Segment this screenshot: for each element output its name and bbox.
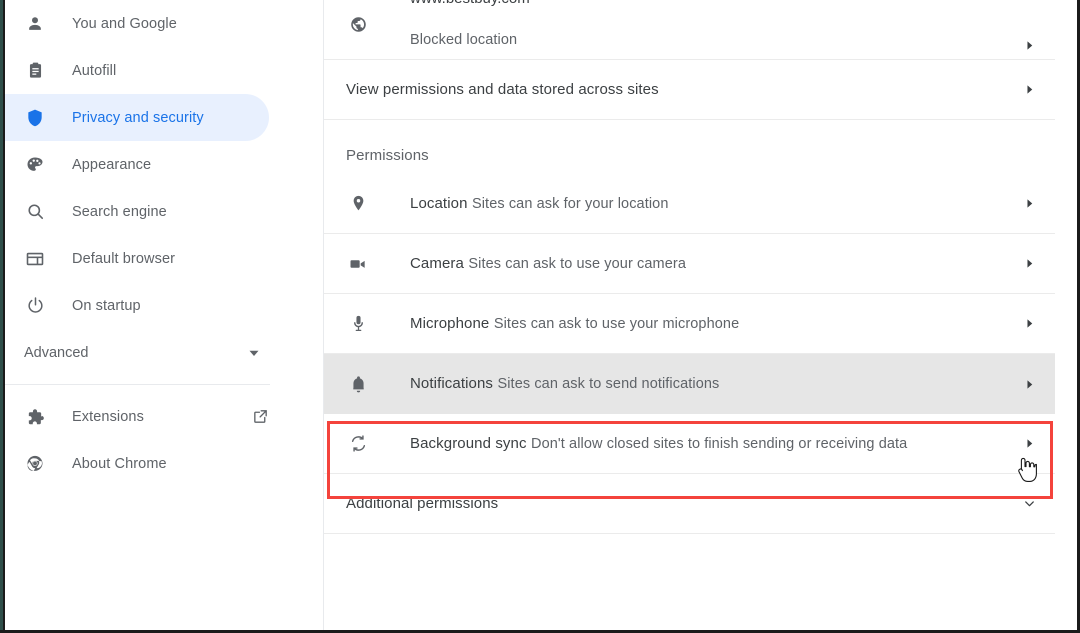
sidebar-item-appearance[interactable]: Appearance xyxy=(0,141,269,188)
sidebar-item-label: You and Google xyxy=(72,15,177,32)
chrome-logo-icon xyxy=(24,453,46,475)
shield-icon xyxy=(24,107,46,129)
video-camera-icon xyxy=(346,254,370,274)
permission-title: Microphone xyxy=(410,314,490,332)
sidebar-item-default-browser[interactable]: Default browser xyxy=(0,235,269,282)
settings-content: www.bestbuy.com Blocked location View pe… xyxy=(324,0,1080,633)
sidebar-item-label: On startup xyxy=(72,297,141,314)
view-permissions-label: View permissions and data stored across … xyxy=(346,81,659,98)
location-pin-icon xyxy=(346,194,370,213)
puzzle-piece-icon xyxy=(24,406,46,428)
site-entry-row[interactable]: www.bestbuy.com Blocked location xyxy=(324,0,1055,60)
permissions-section-heading: Permissions xyxy=(346,147,429,164)
permission-title: Camera xyxy=(410,254,464,272)
permission-title: Background sync xyxy=(410,434,527,452)
sidebar-item-label: About Chrome xyxy=(72,455,167,472)
open-in-new-icon[interactable] xyxy=(252,408,269,425)
permission-row-background-sync[interactable]: Background sync Don't allow closed sites… xyxy=(324,414,1055,474)
sidebar-item-extensions[interactable]: Extensions xyxy=(0,393,269,440)
permission-row-microphone[interactable]: Microphone Sites can ask to use your mic… xyxy=(324,294,1055,354)
sidebar-item-label: Autofill xyxy=(72,62,117,79)
permission-text: Camera Sites can ask to use your camera xyxy=(410,253,1009,275)
sidebar-item-label: Search engine xyxy=(72,203,167,220)
permission-row-notifications[interactable]: Notifications Sites can ask to send noti… xyxy=(324,354,1055,414)
sidebar-advanced-label: Advanced xyxy=(24,344,89,361)
browser-window-icon xyxy=(24,248,46,270)
sidebar-item-autofill[interactable]: Autofill xyxy=(0,47,269,94)
site-status-label: Blocked location xyxy=(410,32,518,48)
globe-icon xyxy=(346,15,370,34)
permission-text: Location Sites can ask for your location xyxy=(410,193,1009,215)
sidebar-item-label: Default browser xyxy=(72,250,176,267)
sidebar-item-label: Extensions xyxy=(72,408,144,425)
window-left-border xyxy=(3,0,5,633)
power-icon xyxy=(24,295,46,317)
search-icon xyxy=(24,201,46,223)
view-permissions-row[interactable]: View permissions and data stored across … xyxy=(324,60,1055,120)
microphone-icon xyxy=(346,314,370,333)
person-icon xyxy=(24,13,46,35)
permission-title: Location xyxy=(410,194,468,212)
permission-row-camera[interactable]: Camera Sites can ask to use your camera xyxy=(324,234,1055,294)
settings-sidebar: You and Google Autofill Privacy and secu… xyxy=(0,0,324,633)
permission-text: Background sync Don't allow closed sites… xyxy=(410,433,1009,455)
permission-subtitle: Sites can ask to send notifications xyxy=(497,376,720,392)
permission-text: Notifications Sites can ask to send noti… xyxy=(410,373,1009,395)
permission-subtitle: Sites can ask to use your camera xyxy=(468,255,686,272)
permission-subtitle: Sites can ask for your location xyxy=(471,195,669,212)
chevron-right-icon[interactable] xyxy=(1019,198,1039,209)
permission-text: Microphone Sites can ask to use your mic… xyxy=(410,313,1009,335)
permission-title: Notifications xyxy=(410,375,494,392)
site-entry-text: Blocked location xyxy=(410,30,1009,51)
sidebar-item-search-engine[interactable]: Search engine xyxy=(0,188,269,235)
bell-icon xyxy=(346,375,370,394)
palette-icon xyxy=(24,154,46,176)
sidebar-item-you-and-google[interactable]: You and Google xyxy=(0,0,269,47)
sidebar-item-privacy-and-security[interactable]: Privacy and security xyxy=(0,94,269,141)
chevron-down-icon[interactable] xyxy=(1019,496,1039,511)
chevron-right-icon[interactable] xyxy=(1019,318,1039,329)
additional-permissions-row[interactable]: Additional permissions xyxy=(324,474,1055,534)
privacy-settings-card: www.bestbuy.com Blocked location View pe… xyxy=(324,0,1055,534)
permission-row-location[interactable]: Location Sites can ask for your location xyxy=(324,174,1055,234)
sidebar-item-label: Privacy and security xyxy=(72,109,204,126)
chevron-right-icon[interactable] xyxy=(1019,258,1039,269)
sidebar-item-on-startup[interactable]: On startup xyxy=(0,282,269,329)
sidebar-item-about-chrome[interactable]: About Chrome xyxy=(0,440,269,487)
chevron-right-icon[interactable] xyxy=(1019,84,1039,95)
chevron-down-icon[interactable] xyxy=(243,347,265,359)
sidebar-item-label: Appearance xyxy=(72,156,152,173)
clipboard-icon xyxy=(24,60,46,82)
site-url-label: www.bestbuy.com xyxy=(410,0,530,9)
chevron-right-icon[interactable] xyxy=(1019,379,1039,390)
permission-subtitle: Sites can ask to use your microphone xyxy=(493,315,740,332)
additional-permissions-label: Additional permissions xyxy=(346,495,499,512)
permission-subtitle: Don't allow closed sites to finish sendi… xyxy=(531,435,908,452)
chevron-right-icon[interactable] xyxy=(1019,40,1039,51)
sidebar-item-advanced[interactable]: Advanced xyxy=(0,329,323,376)
sync-icon xyxy=(346,434,370,453)
chevron-right-icon[interactable] xyxy=(1019,438,1039,449)
settings-window: You and Google Autofill Privacy and secu… xyxy=(0,0,1080,633)
sidebar-divider xyxy=(0,384,270,385)
